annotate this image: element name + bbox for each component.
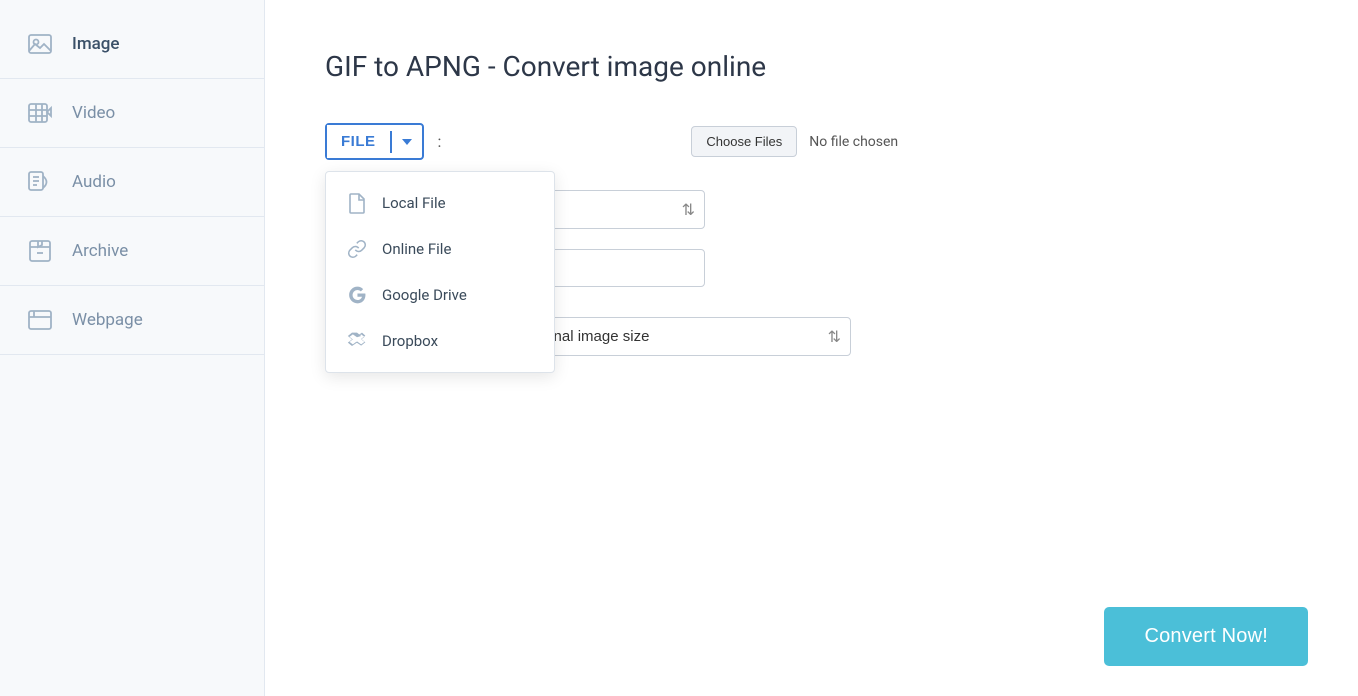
sidebar-label-video: Video [72,103,115,123]
convert-now-button[interactable]: Convert Now! [1104,607,1308,666]
dropdown-label-google-drive: Google Drive [382,286,467,304]
dropdown-item-local-file[interactable]: Local File [326,180,554,226]
video-icon [24,97,56,129]
image-icon [24,28,56,60]
file-colon: : [438,132,442,151]
dropdown-item-online-file[interactable]: Online File [326,226,554,272]
google-icon [346,284,368,306]
file-row: FILE : Local File [325,123,1298,160]
main-content: GIF to APNG - Convert image online FILE … [265,0,1358,696]
audio-icon [24,166,56,198]
file-label-button[interactable]: FILE [327,125,390,158]
sidebar-label-webpage: Webpage [72,310,143,330]
file-source-group: FILE [325,123,424,160]
webpage-icon [24,304,56,336]
link-icon [346,238,368,260]
file-source-dropdown: Local File Online File Google Drive [325,171,555,373]
sidebar-item-audio[interactable]: Audio [0,148,264,217]
dropdown-item-dropbox[interactable]: Dropbox [326,318,554,364]
sidebar-label-archive: Archive [72,241,128,261]
sidebar-item-webpage[interactable]: Webpage [0,286,264,355]
sidebar-item-image[interactable]: Image [0,10,264,79]
sidebar-label-audio: Audio [72,172,116,192]
page-title: GIF to APNG - Convert image online [325,50,1298,83]
file-input-area: Choose Files No file chosen [691,126,898,157]
dropdown-label-online-file: Online File [382,240,451,258]
file-icon [346,192,368,214]
no-file-text: No file chosen [809,134,898,150]
chevron-down-icon [402,139,412,145]
archive-icon [24,235,56,267]
sidebar-item-video[interactable]: Video [0,79,264,148]
sidebar-label-image: Image [72,34,120,54]
dropdown-label-dropbox: Dropbox [382,332,438,350]
sidebar: Image Video Audio [0,0,265,696]
dropbox-icon [346,330,368,352]
file-dropdown-toggle[interactable] [390,131,422,153]
sidebar-item-archive[interactable]: Archive [0,217,264,286]
dropdown-label-local-file: Local File [382,194,446,212]
choose-files-button[interactable]: Choose Files [691,126,797,157]
dropdown-item-google-drive[interactable]: Google Drive [326,272,554,318]
